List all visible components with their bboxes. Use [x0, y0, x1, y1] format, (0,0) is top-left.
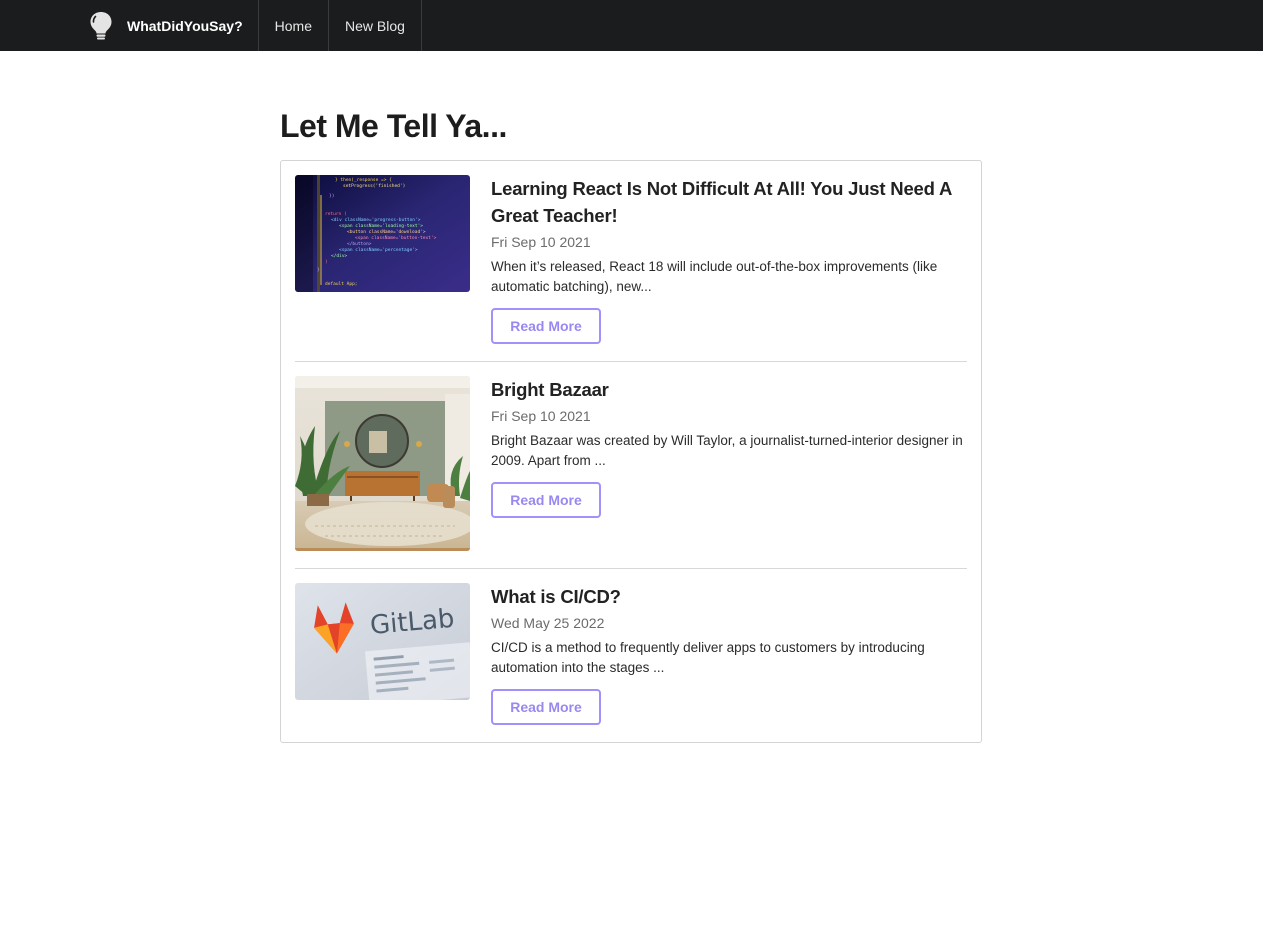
svg-text:<span className='percentage'>: <span className='percentage'>	[339, 247, 418, 253]
post-title[interactable]: Bright Bazaar	[491, 376, 967, 403]
post-list: } then(_response => { setProgress('finis…	[280, 160, 982, 743]
gitlab-logo-image[interactable]: GitLab	[295, 583, 470, 700]
post-excerpt: When it’s released, React 18 will includ…	[491, 259, 938, 294]
svg-text:<div className='progress-butto: <div className='progress-button'>	[331, 217, 421, 223]
brand-link[interactable]: WhatDidYouSay?	[0, 0, 259, 51]
svg-text:}): })	[329, 193, 334, 199]
svg-text:<button className='download'>: <button className='download'>	[347, 229, 426, 235]
post-content: Bright Bazaar Fri Sep 10 2021 Bright Baz…	[491, 376, 967, 551]
post-content: What is CI/CD? Wed May 25 2022 CI/CD is …	[491, 583, 967, 725]
post-excerpt: Bright Bazaar was created by Will Taylor…	[491, 433, 963, 468]
lightbulb-icon	[88, 11, 114, 41]
interior-room-image[interactable]	[295, 376, 470, 551]
post-date: Wed May 25 2022	[491, 615, 605, 631]
list-item: Bright Bazaar Fri Sep 10 2021 Bright Baz…	[295, 362, 967, 569]
svg-text:default App;: default App;	[325, 281, 358, 287]
svg-text:): )	[325, 259, 328, 265]
svg-text:<span className='button-text'>: <span className='button-text'>	[355, 235, 437, 241]
svg-text:setProgress('finished'): setProgress('finished')	[343, 183, 405, 189]
read-more-button[interactable]: Read More	[491, 308, 601, 344]
list-item: GitLab What is CI/CD? Wed May 25 2022 CI…	[295, 569, 967, 742]
main-content: Let Me Tell Ya... } then(_response => {…	[280, 51, 982, 743]
post-excerpt: CI/CD is a method to frequently deliver …	[491, 640, 925, 675]
read-more-button[interactable]: Read More	[491, 482, 601, 518]
code-editor-image[interactable]: } then(_response => { setProgress('finis…	[295, 175, 470, 292]
nav-home[interactable]: Home	[259, 0, 329, 51]
svg-text:return (: return (	[325, 211, 347, 217]
list-item: } then(_response => { setProgress('finis…	[295, 161, 967, 362]
svg-text:<span className='loading-text': <span className='loading-text'>	[339, 223, 423, 229]
post-date: Fri Sep 10 2021	[491, 234, 591, 250]
post-date: Fri Sep 10 2021	[491, 408, 591, 424]
brand-name: WhatDidYouSay?	[127, 17, 243, 34]
read-more-button[interactable]: Read More	[491, 689, 601, 725]
post-content: Learning React Is Not Difficult At All! …	[491, 175, 967, 344]
post-title[interactable]: What is CI/CD?	[491, 583, 967, 610]
svg-text:</button>: </button>	[347, 241, 372, 247]
svg-text:} then(_response => {: } then(_response => {	[335, 177, 392, 183]
nav-new-blog[interactable]: New Blog	[329, 0, 422, 51]
top-navbar: WhatDidYouSay? Home New Blog	[0, 0, 1263, 51]
svg-text:</div>: </div>	[331, 253, 348, 259]
svg-text:}: }	[317, 267, 320, 273]
post-title[interactable]: Learning React Is Not Difficult At All! …	[491, 175, 967, 229]
page-title: Let Me Tell Ya...	[280, 108, 507, 144]
